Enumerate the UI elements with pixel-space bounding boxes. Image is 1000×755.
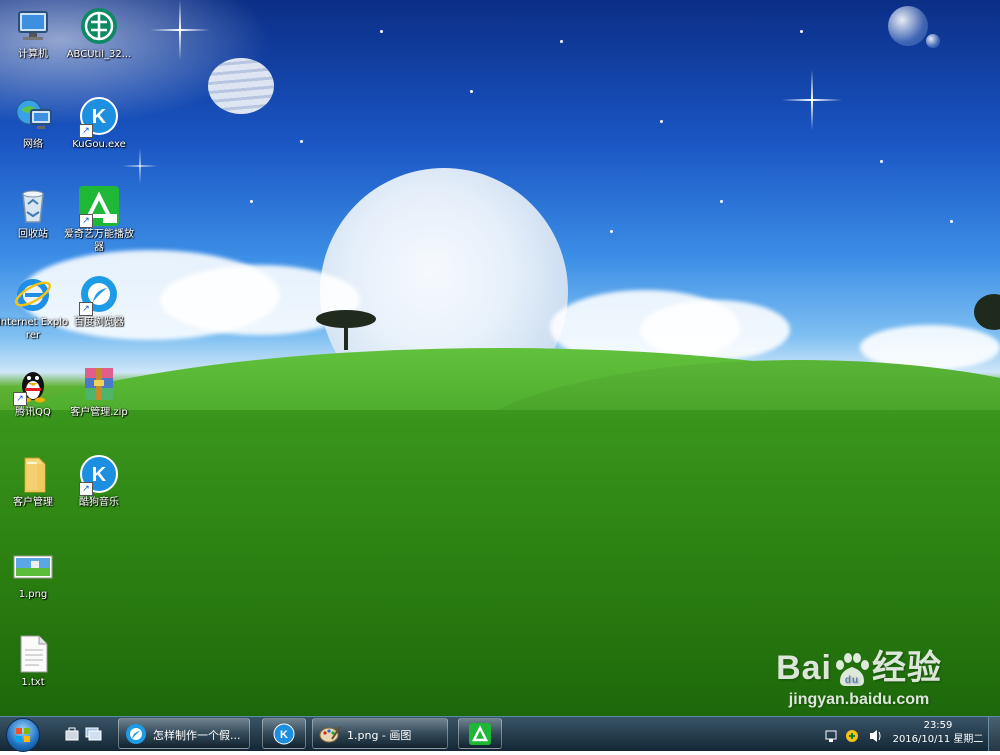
shortcut-arrow-icon: ↗ bbox=[79, 214, 93, 228]
star bbox=[610, 230, 613, 233]
quick-launch-icons[interactable] bbox=[62, 723, 106, 745]
system-tray: 23:59 2016/10/11 星期二 bbox=[820, 717, 990, 751]
show-desktop-button[interactable] bbox=[988, 717, 1000, 751]
baidu-jingyan-watermark: Bai du 经验 jingyan.baidu.com bbox=[776, 640, 942, 709]
bubble-decoration bbox=[888, 6, 928, 46]
star bbox=[720, 200, 723, 203]
kugou-icon: K bbox=[273, 723, 295, 745]
shortcut-arrow-icon: ↗ bbox=[13, 392, 27, 406]
clock-date: 2016/10/11 星期二 bbox=[892, 734, 984, 745]
desktop-icon-1-png[interactable]: 1.png bbox=[0, 546, 70, 601]
security-tray-icon bbox=[846, 730, 858, 742]
paint-icon bbox=[319, 726, 341, 743]
desktop-icon-recycle-bin[interactable]: 回收站 bbox=[0, 186, 70, 241]
svg-text:K: K bbox=[92, 106, 107, 128]
computer-icon bbox=[13, 6, 53, 46]
svg-text:K: K bbox=[280, 729, 288, 741]
desktop-icon-qq[interactable]: ↗ 腾讯QQ bbox=[0, 364, 70, 419]
quick-launch-area bbox=[62, 723, 106, 745]
desktop-icon-abcutil[interactable]: ABCUtil_32... bbox=[62, 6, 136, 61]
star bbox=[660, 120, 663, 123]
sparkle-star bbox=[150, 0, 210, 60]
iqiyi-player-icon bbox=[469, 723, 491, 745]
image-file-icon bbox=[13, 546, 53, 586]
desktop-icon-kugou-exe[interactable]: K ↗ KuGou.exe bbox=[62, 96, 136, 151]
shortcut-arrow-icon: ↗ bbox=[79, 482, 93, 496]
sparkle-star bbox=[782, 70, 842, 130]
desktop-icon-zip[interactable]: 客户管理.zip bbox=[62, 364, 136, 419]
sparkle-star bbox=[122, 148, 158, 184]
network-icon bbox=[13, 96, 53, 136]
desktop-icon-network[interactable]: 网络 bbox=[0, 96, 70, 151]
start-button[interactable] bbox=[2, 718, 42, 752]
planet-decoration bbox=[208, 58, 274, 114]
star bbox=[560, 40, 563, 43]
baidu-browser-icon: ↗ bbox=[79, 274, 119, 316]
desktop-icon-iqiyi[interactable]: ↗ 爱奇艺万能播放器 bbox=[62, 186, 136, 254]
cloud bbox=[640, 300, 790, 360]
baidu-paw-icon: du bbox=[836, 653, 869, 687]
desktop-icon-1-txt[interactable]: 1.txt bbox=[0, 634, 70, 689]
watermark-brand: Bai du 经验 bbox=[776, 649, 942, 687]
winrar-archive-icon bbox=[79, 364, 119, 404]
recycle-bin-icon bbox=[13, 186, 53, 226]
taskbar-button-paint[interactable]: 1.png - 画图 bbox=[312, 718, 448, 749]
desktop-icon-folder-customer[interactable]: 客户管理 bbox=[0, 454, 70, 509]
iqiyi-player-icon: ↗ bbox=[79, 186, 119, 228]
desktop-icon-internet-explorer[interactable]: Internet Explorer bbox=[0, 274, 70, 342]
taskbar-button-iqiyi[interactable] bbox=[458, 718, 502, 749]
abc-bank-icon bbox=[79, 6, 119, 46]
tree-silhouette bbox=[316, 310, 376, 350]
windows-start-orb-icon bbox=[6, 718, 40, 752]
tray-icons bbox=[825, 730, 881, 742]
desktop-icon-kugou-music[interactable]: K ↗ 酷狗音乐 bbox=[62, 454, 136, 509]
shortcut-arrow-icon: ↗ bbox=[79, 124, 93, 138]
star bbox=[470, 90, 473, 93]
taskbar-clock[interactable]: 23:59 2016/10/11 星期二 bbox=[890, 719, 986, 747]
shortcut-arrow-icon: ↗ bbox=[79, 302, 93, 316]
taskbar-button-browser[interactable]: 怎样制作一个假... bbox=[118, 718, 250, 749]
desktop[interactable]: 计算机 网络 回收站 Internet Explorer ↗ 腾讯QQ 客户管理 bbox=[0, 0, 1000, 716]
svg-text:K: K bbox=[92, 464, 107, 486]
qq-penguin-icon: ↗ bbox=[13, 364, 53, 406]
taskbar-button-kugou[interactable]: K bbox=[262, 718, 306, 749]
star bbox=[800, 30, 803, 33]
kugou-icon: K ↗ bbox=[79, 454, 119, 496]
baidu-browser-icon bbox=[126, 724, 146, 744]
taskbar: 怎样制作一个假... K 1.png - 画图 23:59 2016/10/11… bbox=[0, 716, 1000, 752]
clock-time: 23:59 bbox=[923, 720, 953, 731]
internet-explorer-icon bbox=[13, 274, 53, 314]
star bbox=[250, 200, 253, 203]
star bbox=[380, 30, 383, 33]
desktop-icon-computer[interactable]: 计算机 bbox=[0, 6, 70, 61]
star bbox=[880, 160, 883, 163]
star bbox=[950, 220, 953, 223]
svg-text:du: du bbox=[845, 675, 859, 686]
folder-icon bbox=[13, 454, 53, 494]
desktop-icon-baidu-browser[interactable]: ↗ 百度浏览器 bbox=[62, 274, 136, 329]
star bbox=[300, 140, 303, 143]
volume-tray-icon bbox=[870, 730, 881, 742]
text-file-icon bbox=[13, 634, 53, 674]
network-tray-icon bbox=[825, 730, 837, 742]
bubble-decoration-small bbox=[926, 34, 940, 48]
kugou-icon: K ↗ bbox=[79, 96, 119, 138]
